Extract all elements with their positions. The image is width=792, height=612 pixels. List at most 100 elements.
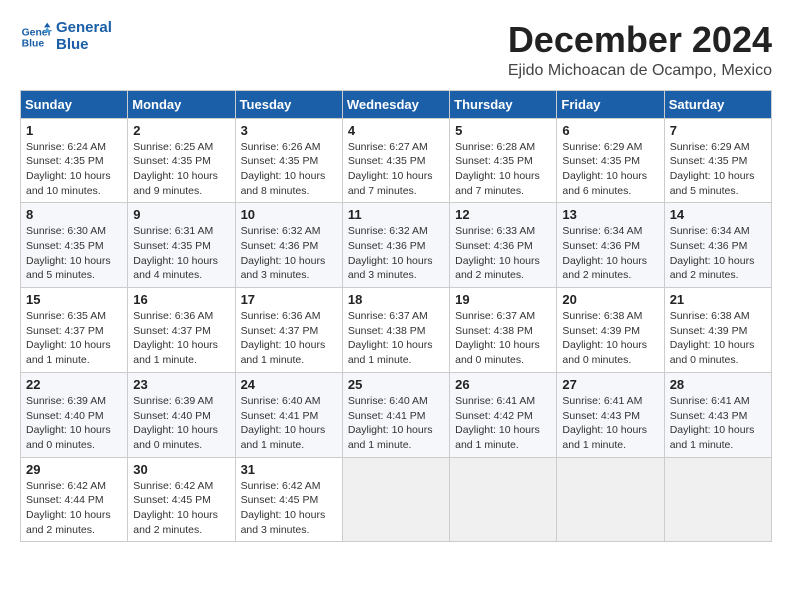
day-info: Sunrise: 6:26 AM Sunset: 4:35 PM Dayligh… bbox=[241, 140, 337, 199]
day-number: 30 bbox=[133, 462, 229, 477]
day-number: 13 bbox=[562, 207, 658, 222]
weekday-header: Tuesday bbox=[235, 90, 342, 118]
day-number: 16 bbox=[133, 292, 229, 307]
day-number: 5 bbox=[455, 123, 551, 138]
day-number: 15 bbox=[26, 292, 122, 307]
calendar-cell: 18Sunrise: 6:37 AM Sunset: 4:38 PM Dayli… bbox=[342, 288, 449, 373]
logo: General Blue General Blue bbox=[20, 20, 112, 53]
day-info: Sunrise: 6:42 AM Sunset: 4:45 PM Dayligh… bbox=[241, 479, 337, 538]
day-info: Sunrise: 6:39 AM Sunset: 4:40 PM Dayligh… bbox=[26, 394, 122, 453]
weekday-header: Saturday bbox=[664, 90, 771, 118]
weekday-header: Sunday bbox=[21, 90, 128, 118]
day-number: 14 bbox=[670, 207, 766, 222]
day-number: 7 bbox=[670, 123, 766, 138]
day-info: Sunrise: 6:40 AM Sunset: 4:41 PM Dayligh… bbox=[241, 394, 337, 453]
logo-icon: General Blue bbox=[20, 21, 52, 53]
day-info: Sunrise: 6:42 AM Sunset: 4:45 PM Dayligh… bbox=[133, 479, 229, 538]
calendar-cell: 31 Sunrise: 6:42 AM Sunset: 4:45 PM Dayli… bbox=[235, 457, 342, 542]
calendar-cell: 29 Sunrise: 6:42 AM Sunset: 4:44 PM Dayli… bbox=[21, 457, 128, 542]
calendar-cell: 22Sunrise: 6:39 AM Sunset: 4:40 PM Dayli… bbox=[21, 372, 128, 457]
day-number: 1 bbox=[26, 123, 122, 138]
calendar-week-row: 1 Sunrise: 6:24 AM Sunset: 4:35 PM Daylig… bbox=[21, 118, 772, 203]
calendar-cell: 3 Sunrise: 6:26 AM Sunset: 4:35 PM Daylig… bbox=[235, 118, 342, 203]
calendar-header-row: SundayMondayTuesdayWednesdayThursdayFrid… bbox=[21, 90, 772, 118]
day-number: 12 bbox=[455, 207, 551, 222]
day-info: Sunrise: 6:40 AM Sunset: 4:41 PM Dayligh… bbox=[348, 394, 444, 453]
page-header: General Blue General Blue December 2024 … bbox=[20, 20, 772, 80]
calendar-cell bbox=[557, 457, 664, 542]
day-number: 10 bbox=[241, 207, 337, 222]
day-info: Sunrise: 6:33 AM Sunset: 4:36 PM Dayligh… bbox=[455, 224, 551, 283]
weekday-header: Wednesday bbox=[342, 90, 449, 118]
day-number: 27 bbox=[562, 377, 658, 392]
calendar-cell: 30 Sunrise: 6:42 AM Sunset: 4:45 PM Dayli… bbox=[128, 457, 235, 542]
calendar-cell: 12 Sunrise: 6:33 AM Sunset: 4:36 PM Dayli… bbox=[450, 203, 557, 288]
day-number: 9 bbox=[133, 207, 229, 222]
day-number: 23 bbox=[133, 377, 229, 392]
calendar-cell: 15 Sunrise: 6:35 AM Sunset: 4:37 PM Dayli… bbox=[21, 288, 128, 373]
calendar-cell bbox=[664, 457, 771, 542]
day-info: Sunrise: 6:32 AM Sunset: 4:36 PM Dayligh… bbox=[241, 224, 337, 283]
calendar-cell: 25 Sunrise: 6:40 AM Sunset: 4:41 PM Dayli… bbox=[342, 372, 449, 457]
calendar-table: SundayMondayTuesdayWednesdayThursdayFrid… bbox=[20, 90, 772, 543]
day-info: Sunrise: 6:28 AM Sunset: 4:35 PM Dayligh… bbox=[455, 140, 551, 199]
calendar-week-row: 29 Sunrise: 6:42 AM Sunset: 4:44 PM Dayli… bbox=[21, 457, 772, 542]
day-info: Sunrise: 6:41 AM Sunset: 4:43 PM Dayligh… bbox=[670, 394, 766, 453]
day-info: Sunrise: 6:30 AM Sunset: 4:35 PM Dayligh… bbox=[26, 224, 122, 283]
day-info: Sunrise: 6:36 AM Sunset: 4:37 PM Dayligh… bbox=[241, 309, 337, 368]
calendar-week-row: 22Sunrise: 6:39 AM Sunset: 4:40 PM Dayli… bbox=[21, 372, 772, 457]
day-info: Sunrise: 6:41 AM Sunset: 4:43 PM Dayligh… bbox=[562, 394, 658, 453]
day-info: Sunrise: 6:25 AM Sunset: 4:35 PM Dayligh… bbox=[133, 140, 229, 199]
logo-line2: Blue bbox=[56, 37, 112, 54]
day-number: 31 bbox=[241, 462, 337, 477]
day-number: 6 bbox=[562, 123, 658, 138]
calendar-cell: 16 Sunrise: 6:36 AM Sunset: 4:37 PM Dayli… bbox=[128, 288, 235, 373]
calendar-cell: 6 Sunrise: 6:29 AM Sunset: 4:35 PM Daylig… bbox=[557, 118, 664, 203]
calendar-cell: 8Sunrise: 6:30 AM Sunset: 4:35 PM Daylig… bbox=[21, 203, 128, 288]
calendar-cell: 19Sunrise: 6:37 AM Sunset: 4:38 PM Dayli… bbox=[450, 288, 557, 373]
day-number: 2 bbox=[133, 123, 229, 138]
calendar-cell: 10 Sunrise: 6:32 AM Sunset: 4:36 PM Dayli… bbox=[235, 203, 342, 288]
day-number: 28 bbox=[670, 377, 766, 392]
day-number: 19 bbox=[455, 292, 551, 307]
calendar-cell: 9Sunrise: 6:31 AM Sunset: 4:35 PM Daylig… bbox=[128, 203, 235, 288]
location-title: Ejido Michoacan de Ocampo, Mexico bbox=[508, 62, 772, 80]
day-info: Sunrise: 6:29 AM Sunset: 4:35 PM Dayligh… bbox=[670, 140, 766, 199]
day-info: Sunrise: 6:39 AM Sunset: 4:40 PM Dayligh… bbox=[133, 394, 229, 453]
logo-line1: General bbox=[56, 20, 112, 37]
calendar-cell: 24Sunrise: 6:40 AM Sunset: 4:41 PM Dayli… bbox=[235, 372, 342, 457]
calendar-cell: 20Sunrise: 6:38 AM Sunset: 4:39 PM Dayli… bbox=[557, 288, 664, 373]
day-info: Sunrise: 6:35 AM Sunset: 4:37 PM Dayligh… bbox=[26, 309, 122, 368]
day-number: 26 bbox=[455, 377, 551, 392]
calendar-cell bbox=[450, 457, 557, 542]
calendar-cell: 11Sunrise: 6:32 AM Sunset: 4:36 PM Dayli… bbox=[342, 203, 449, 288]
day-number: 25 bbox=[348, 377, 444, 392]
calendar-cell: 5 Sunrise: 6:28 AM Sunset: 4:35 PM Daylig… bbox=[450, 118, 557, 203]
day-info: Sunrise: 6:29 AM Sunset: 4:35 PM Dayligh… bbox=[562, 140, 658, 199]
day-info: Sunrise: 6:42 AM Sunset: 4:44 PM Dayligh… bbox=[26, 479, 122, 538]
month-title: December 2024 bbox=[508, 20, 772, 60]
day-number: 4 bbox=[348, 123, 444, 138]
day-info: Sunrise: 6:36 AM Sunset: 4:37 PM Dayligh… bbox=[133, 309, 229, 368]
day-number: 17 bbox=[241, 292, 337, 307]
day-info: Sunrise: 6:38 AM Sunset: 4:39 PM Dayligh… bbox=[670, 309, 766, 368]
day-number: 21 bbox=[670, 292, 766, 307]
day-info: Sunrise: 6:34 AM Sunset: 4:36 PM Dayligh… bbox=[562, 224, 658, 283]
calendar-cell: 13 Sunrise: 6:34 AM Sunset: 4:36 PM Dayli… bbox=[557, 203, 664, 288]
title-block: December 2024 Ejido Michoacan de Ocampo,… bbox=[508, 20, 772, 80]
day-info: Sunrise: 6:32 AM Sunset: 4:36 PM Dayligh… bbox=[348, 224, 444, 283]
calendar-cell: 14 Sunrise: 6:34 AM Sunset: 4:36 PM Dayli… bbox=[664, 203, 771, 288]
calendar-cell: 2 Sunrise: 6:25 AM Sunset: 4:35 PM Daylig… bbox=[128, 118, 235, 203]
day-info: Sunrise: 6:24 AM Sunset: 4:35 PM Dayligh… bbox=[26, 140, 122, 199]
weekday-header: Thursday bbox=[450, 90, 557, 118]
day-info: Sunrise: 6:41 AM Sunset: 4:42 PM Dayligh… bbox=[455, 394, 551, 453]
day-number: 29 bbox=[26, 462, 122, 477]
calendar-cell: 17 Sunrise: 6:36 AM Sunset: 4:37 PM Dayli… bbox=[235, 288, 342, 373]
calendar-cell: 21 Sunrise: 6:38 AM Sunset: 4:39 PM Dayli… bbox=[664, 288, 771, 373]
day-number: 20 bbox=[562, 292, 658, 307]
day-info: Sunrise: 6:34 AM Sunset: 4:36 PM Dayligh… bbox=[670, 224, 766, 283]
calendar-week-row: 8Sunrise: 6:30 AM Sunset: 4:35 PM Daylig… bbox=[21, 203, 772, 288]
weekday-header: Friday bbox=[557, 90, 664, 118]
calendar-cell: 26 Sunrise: 6:41 AM Sunset: 4:42 PM Dayli… bbox=[450, 372, 557, 457]
day-number: 3 bbox=[241, 123, 337, 138]
